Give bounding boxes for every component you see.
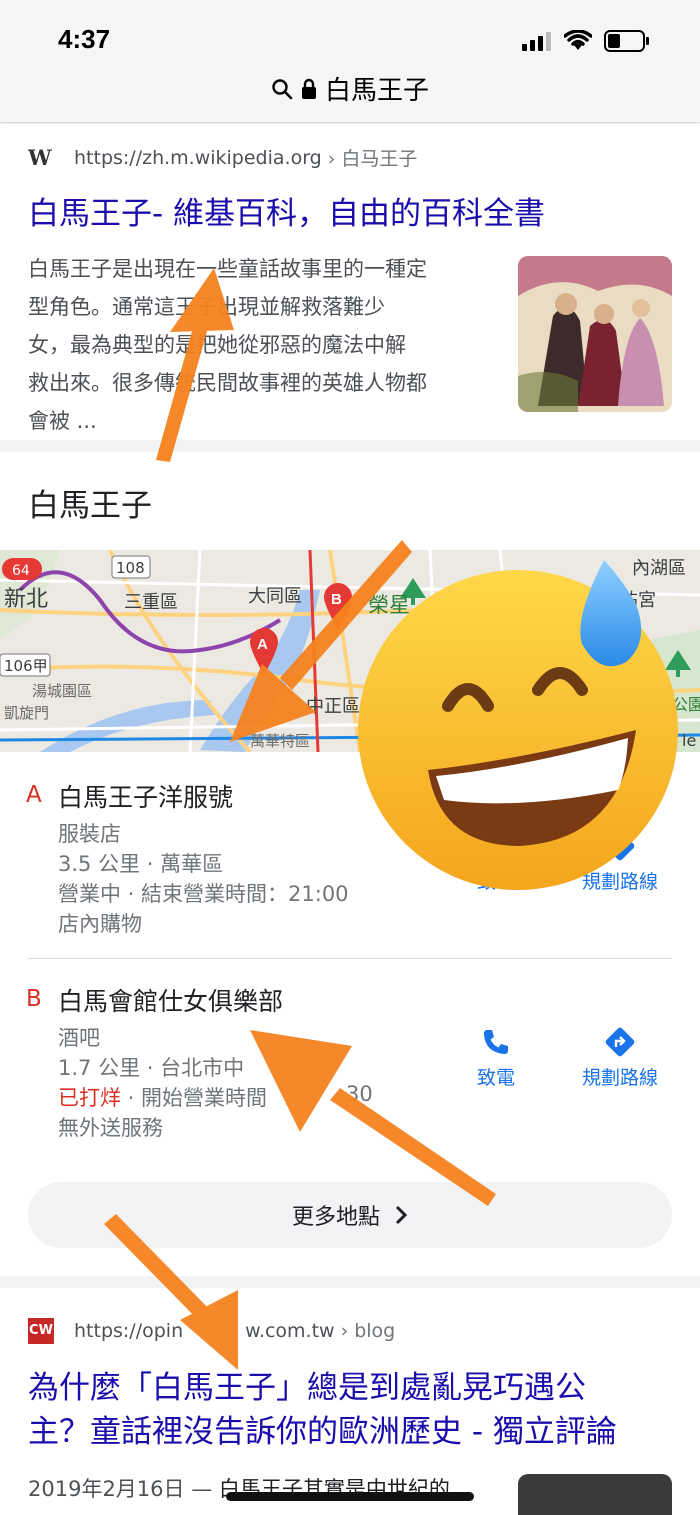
map-label: 公園 <box>672 695 700 714</box>
map-road-label: 64 <box>12 563 30 579</box>
opening-time-label: · 開始營業時間 <box>121 1086 268 1110</box>
more-places-button[interactable]: 更多地點 <box>28 1182 672 1248</box>
place-hours: 營業中 · 結束營業時間：21:00 <box>58 882 349 906</box>
snippet-line: 會被 ... <box>28 409 97 433</box>
local-results-heading: 白馬王子 <box>28 488 152 524</box>
closed-status: 已打烊 <box>58 1086 121 1110</box>
directions-button[interactable]: 規劃路線 <box>570 830 670 894</box>
result-title-link[interactable]: 白馬王子- 維基百科，自由的百科全書 <box>28 192 545 236</box>
map-label: 萬華特區 <box>250 732 310 750</box>
directions-button[interactable]: 規劃路線 <box>570 1026 670 1090</box>
address-bar-query: 白馬王子 <box>324 76 429 106</box>
result-source-url: https://zh.m.wikipedia.org <box>74 146 322 169</box>
section-divider <box>0 1276 700 1288</box>
address-bar[interactable]: 白馬王子 <box>0 60 700 123</box>
call-label: 致電 <box>476 871 515 893</box>
result-snippet: 白馬王子是出現在一些童話故事里的一種定 型角色。通常這王子出現並解救落難少 女，… <box>28 250 490 440</box>
place-name[interactable]: 白馬會館仕女俱樂部 <box>58 982 283 1018</box>
place-b[interactable]: B 白馬會館仕女俱樂部 酒吧 1.7 公里 · 台北市中 已打烊 · 開始營業時… <box>0 976 700 1156</box>
place-hours: 已打烊 · 開始營業時間 <box>58 1082 267 1112</box>
place-category: 服裝店 <box>58 822 121 846</box>
result-source-url: https://opin <box>74 1320 184 1342</box>
snippet-line: 型角色。通常這王子出現並解救落難少 <box>28 295 385 319</box>
result-source[interactable]: cw https://opin w.com.tw › blog <box>28 1318 395 1344</box>
snippet-line: 救出來。很多傳統民間故事裡的英雄人物都 <box>28 371 427 395</box>
status-time: 4:37 <box>58 24 111 54</box>
map-road-label: 108 <box>116 559 145 577</box>
phone-icon <box>484 834 508 858</box>
map-label: le <box>682 731 696 750</box>
result-snippet: 2019年2月16日 — 白馬王子其實是中世紀的 <box>28 1470 498 1508</box>
place-category: 酒吧 <box>58 1026 100 1050</box>
search-icon <box>272 78 293 99</box>
directions-icon <box>605 1027 635 1057</box>
call-label: 致電 <box>476 1067 515 1089</box>
cw-favicon-icon: cw <box>28 1318 54 1344</box>
place-distance: 1.7 公里 · 台北市中 <box>58 1056 245 1080</box>
map-pin-a-label: A <box>257 636 268 653</box>
place-service: 店內購物 <box>58 912 142 936</box>
map-label: 湯城園區 <box>32 682 92 700</box>
more-places-label: 更多地點 <box>291 1205 380 1230</box>
battery-icon <box>604 30 649 52</box>
svg-text:W: W <box>28 147 52 169</box>
directions-label: 規劃路線 <box>581 1067 658 1089</box>
result-date: 2019年2月16日 — <box>28 1477 213 1501</box>
map-pin-b-label: B <box>331 591 342 608</box>
place-service: 無外送服務 <box>58 1116 163 1140</box>
result-thumbnail[interactable] <box>518 1474 672 1515</box>
chevron-right-icon <box>395 1205 408 1225</box>
snippet-line: 白馬王子是出現在一些童話故事里的一種定 <box>28 257 427 281</box>
result-thumbnail[interactable] <box>518 256 672 412</box>
title-line: 為什麼「白馬王子」總是到處亂晃巧遇公 <box>28 1370 586 1406</box>
map-label: 大同區 <box>248 586 302 607</box>
directions-label: 規劃路線 <box>581 871 658 893</box>
lock-icon <box>301 78 316 99</box>
map-label: 三重區 <box>124 592 178 613</box>
map-label: 中正區 <box>306 696 360 717</box>
result-breadcrumb: › 白马王子 <box>327 148 418 170</box>
phone-icon <box>484 1030 508 1054</box>
section-divider <box>0 440 700 452</box>
result-breadcrumb: › blog <box>340 1320 396 1342</box>
map-label: 祐宮 <box>620 590 656 611</box>
title-line: 主？童話裡沒告訴你的歐洲歷史 - 獨立評論 <box>28 1414 617 1450</box>
map-label: 榮星 <box>368 593 410 617</box>
place-name[interactable]: 白馬王子洋服號 <box>58 778 233 814</box>
wikipedia-favicon-icon: W <box>28 147 52 169</box>
wifi-icon <box>564 30 592 50</box>
snippet-line: 女，最為典型的是把她從邪惡的魔法中解 <box>28 333 406 357</box>
map-label: 凱旋門 <box>4 704 49 722</box>
result-source[interactable]: W https://zh.m.wikipedia.org › 白马王子 <box>28 144 417 171</box>
map-label: 內湖區 <box>632 558 686 579</box>
place-distance: 3.5 公里 · 萬華區 <box>58 852 224 876</box>
place-letter: B <box>26 986 42 1012</box>
place-letter: A <box>26 782 42 808</box>
place-separator <box>28 958 672 959</box>
map-label: 新北 <box>4 587 48 612</box>
status-icons <box>522 30 650 52</box>
directions-icon <box>605 831 635 861</box>
result-source-url-tail: w.com.tw <box>245 1320 335 1342</box>
cellular-signal-icon <box>522 32 551 51</box>
home-indicator[interactable] <box>226 1492 474 1501</box>
call-button[interactable]: 致電 <box>468 830 524 894</box>
result-title-link[interactable]: 為什麼「白馬王子」總是到處亂晃巧遇公 主？童話裡沒告訴你的歐洲歷史 - 獨立評論 <box>28 1366 617 1454</box>
place-a[interactable]: A 白馬王子洋服號 服裝店 3.5 公里 · 萬華區 營業中 · 結束營業時間：… <box>0 772 700 952</box>
call-button[interactable]: 致電 <box>468 1026 524 1090</box>
opening-time-tail: 30 <box>346 1082 373 1106</box>
local-map[interactable]: A B 64 108 106甲 新北 三重區 大同區 榮星 內湖區 祐宮 湯城園… <box>0 550 700 752</box>
map-road-label: 106甲 <box>4 657 48 675</box>
